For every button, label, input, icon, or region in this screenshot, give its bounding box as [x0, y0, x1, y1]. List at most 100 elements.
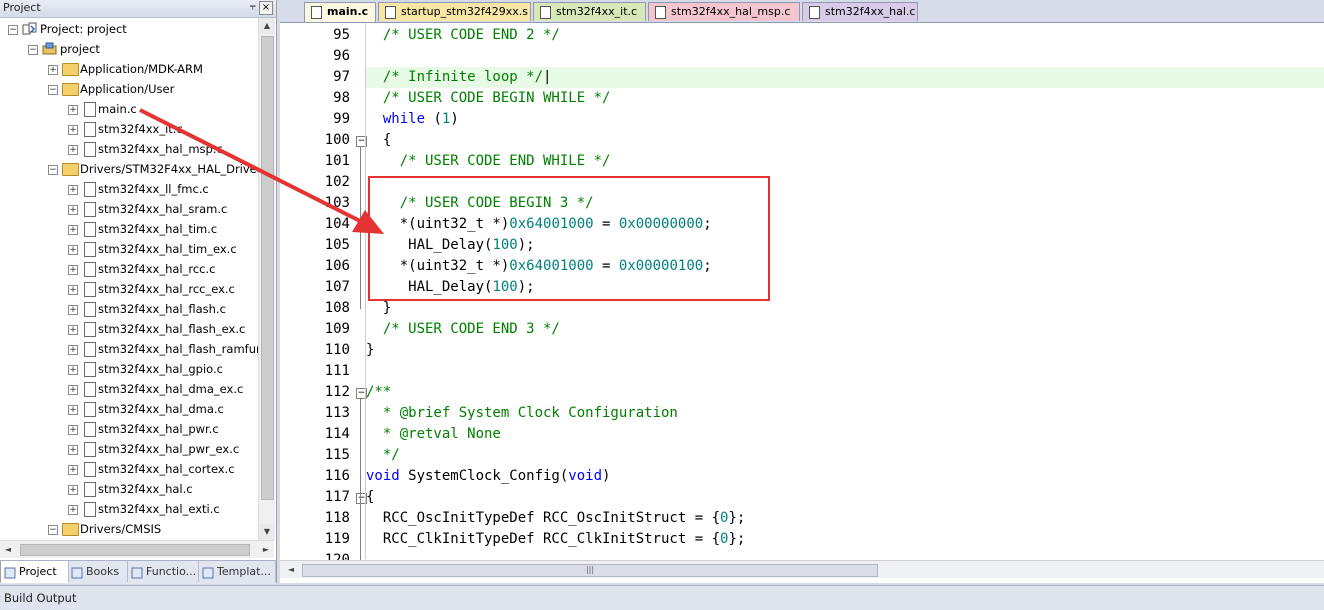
tree-item[interactable]: + stm32f4xx_hal_rcc_ex.c — [0, 279, 258, 299]
tree-item[interactable]: + stm32f4xx_hal_pwr.c — [0, 419, 258, 439]
editor-tab-label: stm32f4xx_hal.c — [825, 5, 916, 18]
tree-item[interactable]: + Application/MDK-ARM — [0, 59, 258, 79]
line-number: 102 — [324, 174, 350, 190]
editor-horizontal-scrollbar[interactable]: ◄ ||| — [280, 560, 1324, 578]
expand-icon[interactable]: + — [68, 365, 78, 375]
code-token: /** — [366, 384, 392, 400]
expand-icon[interactable]: + — [68, 385, 78, 395]
code-token: 100 — [492, 237, 518, 253]
collapse-icon[interactable]: − — [48, 85, 58, 95]
tree-item[interactable]: + stm32f4xx_hal_flash.c — [0, 299, 258, 319]
tree-item-label: Application/User — [80, 82, 175, 96]
scroll-left-icon[interactable]: ◄ — [0, 541, 16, 558]
scroll-left-icon[interactable]: ◄ — [284, 561, 298, 578]
code-token: { — [366, 489, 375, 505]
code-line: /* USER CODE END WHILE */ — [366, 151, 1324, 172]
tab-functio[interactable]: Functio... — [128, 561, 199, 582]
tree-item[interactable]: − Application/User — [0, 79, 258, 99]
tab-books[interactable]: Books — [68, 561, 128, 582]
expand-icon[interactable]: + — [68, 185, 78, 195]
tree-item[interactable]: + stm32f4xx_hal_flash_ramfunc — [0, 339, 258, 359]
expand-icon[interactable]: + — [68, 465, 78, 475]
tree-vertical-scrollbar[interactable]: ▲ ▼ — [258, 18, 275, 540]
tree-item[interactable]: − project — [0, 39, 258, 59]
folder-icon — [62, 83, 79, 96]
tree-item[interactable]: + stm32f4xx_hal_rcc.c — [0, 259, 258, 279]
expand-icon[interactable]: + — [68, 145, 78, 155]
editor-tab[interactable]: stm32f4xx_hal.c — [802, 2, 918, 21]
scroll-up-icon[interactable]: ▲ — [259, 18, 275, 34]
tree-item[interactable]: + stm32f4xx_hal_exti.c — [0, 499, 258, 519]
code-token: } — [366, 300, 392, 316]
tree-item[interactable]: − Drivers/STM32F4xx_HAL_Driver — [0, 159, 258, 179]
expand-icon[interactable]: + — [68, 345, 78, 355]
scroll-down-icon[interactable]: ▼ — [259, 524, 275, 540]
target-icon — [42, 42, 58, 56]
collapse-icon[interactable]: − — [28, 45, 38, 55]
code-text-area[interactable]: /* USER CODE END 2 */ /* Infinite loop *… — [366, 23, 1324, 559]
scroll-thumb[interactable] — [20, 544, 250, 556]
pin-icon[interactable]: ⫧ — [250, 0, 256, 14]
scroll-thumb[interactable]: ||| — [302, 564, 878, 577]
editor-tab[interactable]: stm32f4xx_it.c — [533, 2, 646, 21]
expand-icon[interactable]: + — [68, 305, 78, 315]
expand-icon[interactable]: + — [68, 245, 78, 255]
expand-icon[interactable]: + — [68, 225, 78, 235]
tree-horizontal-scrollbar[interactable]: ◄ ► — [0, 540, 274, 558]
expand-icon[interactable]: + — [68, 405, 78, 415]
expand-icon[interactable]: + — [68, 445, 78, 455]
tree-item[interactable]: + stm32f4xx_hal_cortex.c — [0, 459, 258, 479]
expand-icon[interactable]: + — [48, 65, 58, 75]
expand-icon[interactable]: + — [68, 425, 78, 435]
file-icon — [809, 6, 820, 19]
collapse-icon[interactable]: − — [8, 25, 18, 35]
editor-tab[interactable]: stm32f4xx_hal_msp.c — [648, 2, 800, 21]
file-label: stm32f4xx_hal.c — [98, 482, 193, 496]
file-icon — [84, 122, 96, 137]
tree-item[interactable]: − Project: project — [0, 19, 258, 39]
tree-item[interactable]: + stm32f4xx_hal_dma.c — [0, 399, 258, 419]
expand-icon[interactable]: + — [68, 105, 78, 115]
close-icon[interactable]: × — [259, 1, 273, 15]
expand-icon[interactable]: + — [68, 205, 78, 215]
collapse-icon[interactable]: − — [48, 525, 58, 535]
tree-item[interactable]: − Drivers/CMSIS — [0, 519, 258, 539]
tree-item[interactable]: + stm32f4xx_hal_gpio.c — [0, 359, 258, 379]
line-number: 104 — [324, 216, 350, 232]
tree-item[interactable]: + stm32f4xx_hal.c — [0, 479, 258, 499]
editor-tab[interactable]: main.c — [304, 2, 376, 22]
collapse-icon[interactable]: − — [48, 165, 58, 175]
tree-item[interactable]: + stm32f4xx_hal_msp.c — [0, 139, 258, 159]
expand-icon[interactable]: + — [68, 125, 78, 135]
code-token: * @retval None — [366, 426, 501, 442]
tree-item[interactable]: + stm32f4xx_ll_fmc.c — [0, 179, 258, 199]
code-token: void — [366, 468, 400, 484]
expand-icon[interactable]: + — [68, 505, 78, 515]
tree-item[interactable]: + main.c — [0, 99, 258, 119]
scroll-thumb[interactable] — [261, 36, 274, 500]
tree-item[interactable]: + stm32f4xx_hal_flash_ex.c — [0, 319, 258, 339]
editor-tab[interactable]: startup_stm32f429xx.s — [378, 2, 531, 21]
line-number: 105 — [324, 237, 350, 253]
expand-icon[interactable]: + — [68, 285, 78, 295]
tab-templat[interactable]: Templat... — [199, 561, 276, 582]
code-token: ); — [517, 279, 535, 295]
expand-icon[interactable]: + — [68, 265, 78, 275]
code-token: = — [593, 258, 619, 274]
build-output-bar[interactable]: Build Output — [0, 585, 1324, 610]
tree-item[interactable]: + stm32f4xx_hal_tim.c — [0, 219, 258, 239]
expand-icon[interactable]: + — [68, 485, 78, 495]
code-line: HAL_Delay(100); — [366, 277, 1324, 298]
tree-item[interactable]: + stm32f4xx_hal_sram.c — [0, 199, 258, 219]
tree-item[interactable]: + stm32f4xx_hal_tim_ex.c — [0, 239, 258, 259]
tree-item[interactable]: + stm32f4xx_hal_dma_ex.c — [0, 379, 258, 399]
line-number: 118 — [324, 510, 350, 526]
expand-icon[interactable]: + — [68, 325, 78, 335]
scroll-right-icon[interactable]: ► — [258, 541, 274, 558]
tree-item[interactable]: + stm32f4xx_it.c — [0, 119, 258, 139]
tree-item[interactable]: + stm32f4xx_hal_pwr_ex.c — [0, 439, 258, 459]
tab-project[interactable]: Project — [0, 561, 69, 583]
project-panel: Project ⫧ × − Project: project − project + Ap… — [0, 0, 277, 584]
